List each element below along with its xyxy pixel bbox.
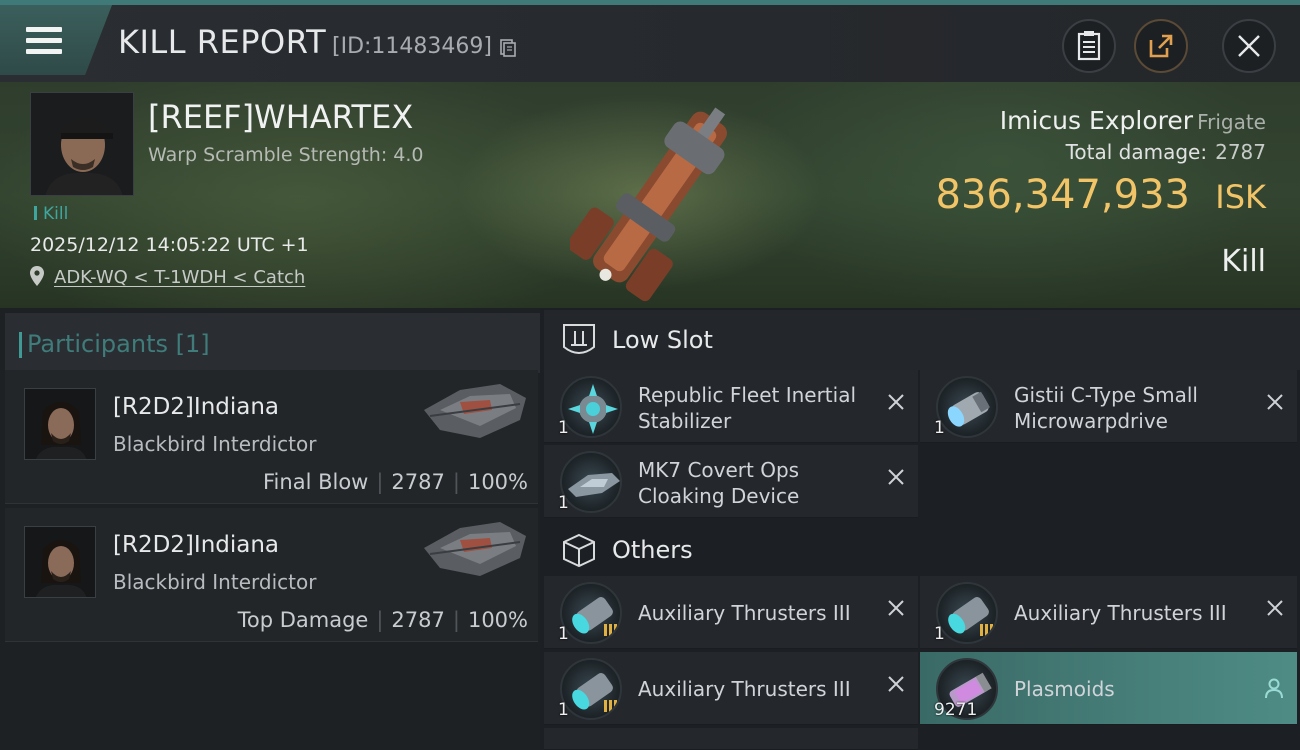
participant-percent: 100% xyxy=(467,470,528,494)
auxiliary-thrusters-icon xyxy=(560,658,622,720)
module-item[interactable]: 1 Auxiliary Thrusters III xyxy=(544,576,918,649)
participant-damage: 2787 xyxy=(391,608,445,632)
cloaking-device-icon xyxy=(560,451,622,513)
module-item[interactable]: 1 Republic Fleet Inertial Stabilizer xyxy=(544,370,918,443)
cargo-box-icon xyxy=(563,533,595,568)
participant-ship-image[interactable] xyxy=(420,518,530,580)
destroyed-x-icon xyxy=(1267,600,1283,616)
victim-ship-image[interactable] xyxy=(570,92,750,302)
victim-name[interactable]: [REEF]WHARTEX xyxy=(148,98,413,136)
module-item[interactable]: 1 Auxiliary Thrusters III xyxy=(544,652,918,725)
location-pin-icon xyxy=(30,266,44,286)
module-item[interactable]: 1 Auxiliary Thrusters III xyxy=(920,576,1297,649)
warp-scramble-stat: Warp Scramble Strength: 4.0 xyxy=(148,144,424,166)
module-quantity: 1 xyxy=(558,624,569,644)
module-item-dropped[interactable]: 9271 Plasmoids xyxy=(920,652,1297,725)
module-name: Auxiliary Thrusters III xyxy=(638,601,851,625)
kill-tag: Kill xyxy=(34,204,68,224)
module-quantity: 1 xyxy=(558,700,569,720)
module-name: Plasmoids xyxy=(1014,677,1115,701)
module-quantity: 1 xyxy=(558,493,569,513)
share-button[interactable] xyxy=(1134,19,1188,73)
participant-ship: Blackbird Interdictor xyxy=(113,432,317,456)
participant-avatar xyxy=(24,526,96,598)
close-button[interactable] xyxy=(1222,19,1276,73)
module-name: Auxiliary Thrusters III xyxy=(1014,601,1227,625)
destroyed-x-icon xyxy=(888,469,904,485)
victim-ship-name[interactable]: Imicus Explorer Frigate xyxy=(1000,106,1266,135)
module-quantity: 1 xyxy=(934,624,945,644)
microwarpdrive-icon xyxy=(936,376,998,438)
participant-percent: 100% xyxy=(467,608,528,632)
section-low-slot: Low Slot xyxy=(544,310,1300,370)
module-name: MK7 Covert Ops Cloaking Device xyxy=(638,458,800,508)
participants-title: Participants [1] xyxy=(19,330,210,358)
participant-card[interactable]: [R2D2]Indiana Blackbird Interdictor Fina… xyxy=(5,370,538,504)
module-item-partial[interactable] xyxy=(544,728,918,750)
kill-datetime: 2025/12/12 14:05:22 UTC +1 xyxy=(30,234,309,256)
module-quantity: 1 xyxy=(558,418,569,438)
section-others: Others xyxy=(544,520,1300,580)
total-damage: Total damage: 2787 xyxy=(1065,140,1266,164)
hamburger-menu-icon xyxy=(26,27,62,55)
destroyed-x-icon xyxy=(888,600,904,616)
participant-card[interactable]: [R2D2]Indiana Blackbird Interdictor Top … xyxy=(5,508,538,642)
section-title: Others xyxy=(612,536,693,564)
module-quantity: 1 xyxy=(934,418,945,438)
window-header: KILL REPORT [ID:11483469] xyxy=(0,5,1300,82)
section-title: Low Slot xyxy=(612,326,713,354)
participant-name[interactable]: [R2D2]Indiana xyxy=(113,532,279,558)
participant-role: Top Damage xyxy=(237,608,369,632)
participant-name[interactable]: [R2D2]Indiana xyxy=(113,394,279,420)
menu-button[interactable] xyxy=(0,5,112,75)
report-button[interactable] xyxy=(1062,19,1116,73)
pilot-portrait-icon xyxy=(31,93,133,195)
low-slot-icon xyxy=(563,324,595,354)
kill-id: [ID:11483469] xyxy=(332,34,492,59)
copy-icon[interactable] xyxy=(500,39,516,57)
participant-avatar xyxy=(24,388,96,460)
victim-portrait[interactable] xyxy=(30,92,134,196)
participant-stats: Final Blow | 2787 | 100% xyxy=(263,470,528,494)
isk-unit: ISK xyxy=(1215,178,1266,216)
participant-stats: Top Damage | 2787 | 100% xyxy=(237,608,528,632)
kill-result: Kill xyxy=(1221,244,1266,279)
module-item[interactable]: 1 Gistii C-Type Small Microwarpdrive xyxy=(920,370,1297,443)
participant-ship: Blackbird Interdictor xyxy=(113,570,317,594)
fitting-panel: Low Slot 1 Republic Fleet Inertial Stabi… xyxy=(540,308,1300,750)
total-damage-value: 2787 xyxy=(1215,140,1266,164)
participant-damage: 2787 xyxy=(391,470,445,494)
destroyed-x-icon xyxy=(888,676,904,692)
pilot-portrait-icon xyxy=(25,527,95,597)
clipboard-icon xyxy=(1077,31,1101,61)
share-icon xyxy=(1149,34,1173,58)
victim-summary: [REEF]WHARTEX Warp Scramble Strength: 4.… xyxy=(0,82,1300,308)
page-title: KILL REPORT xyxy=(118,23,327,61)
person-icon xyxy=(1265,678,1283,698)
inertial-stabilizer-icon xyxy=(560,376,622,438)
participant-ship-image[interactable] xyxy=(420,380,530,442)
auxiliary-thrusters-icon xyxy=(560,582,622,644)
module-name: Republic Fleet Inertial Stabilizer xyxy=(638,383,857,433)
close-icon xyxy=(1238,35,1260,57)
participant-role: Final Blow xyxy=(263,470,369,494)
pilot-portrait-icon xyxy=(25,389,95,459)
module-name: Auxiliary Thrusters III xyxy=(638,677,851,701)
module-item[interactable]: 1 MK7 Covert Ops Cloaking Device xyxy=(544,445,918,518)
isk-value: 836,347,933 xyxy=(935,172,1190,218)
participants-header[interactable]: Participants [1] xyxy=(5,313,540,373)
victim-ship-class: Frigate xyxy=(1197,110,1266,134)
location-link[interactable]: ADK-WQ < T-1WDH < Catch xyxy=(54,267,305,288)
module-name: Gistii C-Type Small Microwarpdrive xyxy=(1014,383,1198,433)
participants-panel: Participants [1] [R2D2]Indiana Blackbird… xyxy=(0,308,540,750)
destroyed-x-icon xyxy=(1267,394,1283,410)
destroyed-x-icon xyxy=(888,394,904,410)
auxiliary-thrusters-icon xyxy=(936,582,998,644)
module-quantity: 9271 xyxy=(934,700,978,720)
